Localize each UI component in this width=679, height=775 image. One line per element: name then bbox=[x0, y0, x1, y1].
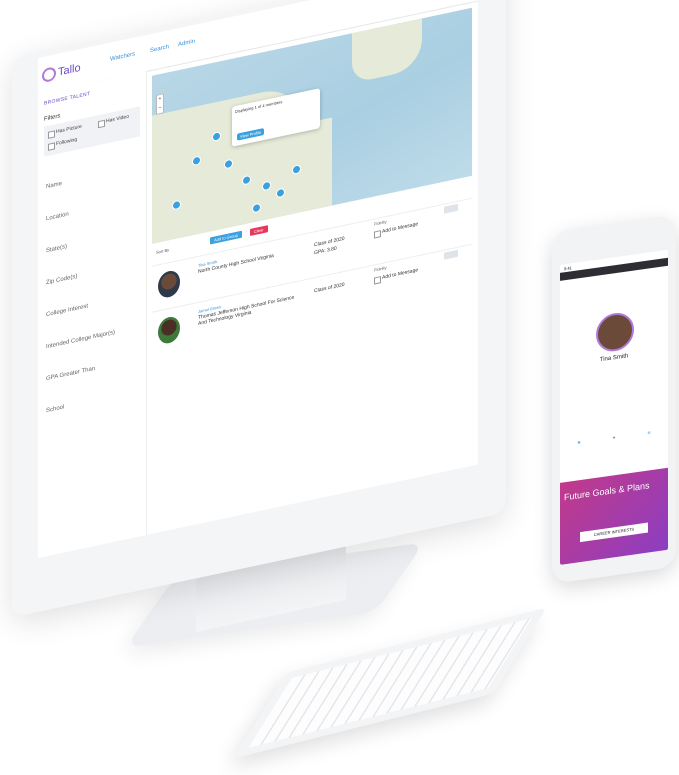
profile-avatar bbox=[596, 310, 634, 354]
row-actions-icon[interactable] bbox=[444, 203, 458, 214]
student-photo bbox=[158, 314, 180, 346]
goals-banner: Future Goals & Plans CAREER INTERESTS bbox=[560, 467, 668, 565]
row-actions-icon[interactable] bbox=[444, 249, 458, 260]
sidebar-title: BROWSE TALENT bbox=[44, 90, 91, 107]
filter-gpa[interactable]: GPA Greater Than bbox=[46, 366, 95, 382]
filter-sidebar: BROWSE TALENT Filters Has Picture Has Vi… bbox=[38, 70, 147, 559]
row-label: Fidelity bbox=[374, 218, 387, 227]
following-label: Following bbox=[56, 136, 78, 148]
profile-action-icon[interactable]: ◆ bbox=[603, 434, 625, 459]
add-to-message-checkbox[interactable] bbox=[374, 276, 381, 285]
web-app: Tallo Watchers Search Admin BROWSE TALEN… bbox=[38, 0, 478, 559]
phone-screen: 9:41 Tina Smith ▣ ◆ ▤ Future Goals & Pla… bbox=[560, 249, 668, 565]
add-to-group-button[interactable]: Add to Group bbox=[210, 230, 242, 245]
filter-college-interest[interactable]: College Interest bbox=[46, 303, 88, 318]
following-checkbox[interactable] bbox=[48, 142, 55, 151]
map-zoom-control[interactable]: + − bbox=[156, 93, 164, 115]
logo-mark-icon bbox=[42, 66, 56, 84]
has-video-checkbox[interactable] bbox=[98, 119, 105, 129]
filter-school[interactable]: School bbox=[46, 404, 64, 414]
filter-college-major[interactable]: Intended College Major(s) bbox=[46, 330, 115, 351]
phone-header-bar bbox=[560, 257, 668, 281]
filter-location[interactable]: Location bbox=[46, 211, 69, 222]
logo-text: Tallo bbox=[58, 61, 81, 79]
goals-title: Future Goals & Plans bbox=[564, 480, 650, 503]
filter-zip-codes[interactable]: Zip Code(s) bbox=[46, 274, 77, 287]
has-picture-label: Has Picture bbox=[56, 123, 82, 136]
filters-label: Filters bbox=[44, 113, 61, 123]
profile-action-icon[interactable]: ▤ bbox=[638, 429, 660, 454]
imac-screen: Tallo Watchers Search Admin BROWSE TALEN… bbox=[12, 0, 506, 618]
keyboard bbox=[233, 607, 547, 759]
keyboard-keys bbox=[248, 618, 532, 748]
career-interests-button[interactable]: CAREER INTERESTS bbox=[580, 522, 648, 543]
student-class: Class of 2020 bbox=[314, 281, 345, 295]
add-to-message-label: Add to Message bbox=[382, 267, 419, 281]
filter-states[interactable]: State(s) bbox=[46, 244, 67, 254]
add-to-message-checkbox[interactable] bbox=[374, 230, 381, 239]
app-logo[interactable]: Tallo bbox=[42, 61, 81, 84]
profile-action-icon[interactable]: ▣ bbox=[568, 439, 590, 464]
clear-button[interactable]: Clear bbox=[250, 225, 268, 236]
student-photo bbox=[158, 268, 180, 300]
view-profile-button[interactable]: View Profile bbox=[237, 127, 265, 141]
has-picture-checkbox[interactable] bbox=[48, 130, 55, 139]
map-land bbox=[352, 18, 422, 84]
filter-name[interactable]: Name bbox=[46, 181, 62, 190]
nav-link-admin[interactable]: Admin bbox=[178, 39, 195, 49]
row-label: Fidelity bbox=[374, 264, 387, 273]
nav-link-watchers[interactable]: Watchers bbox=[110, 51, 135, 62]
has-video-label: Has Video bbox=[106, 113, 129, 125]
phone: 9:41 Tina Smith ▣ ◆ ▤ Future Goals & Pla… bbox=[552, 214, 676, 584]
add-to-message-label: Add to Message bbox=[382, 221, 419, 235]
nav-link-search[interactable]: Search bbox=[150, 44, 169, 54]
sort-dropdown[interactable]: Sort By bbox=[156, 247, 169, 255]
